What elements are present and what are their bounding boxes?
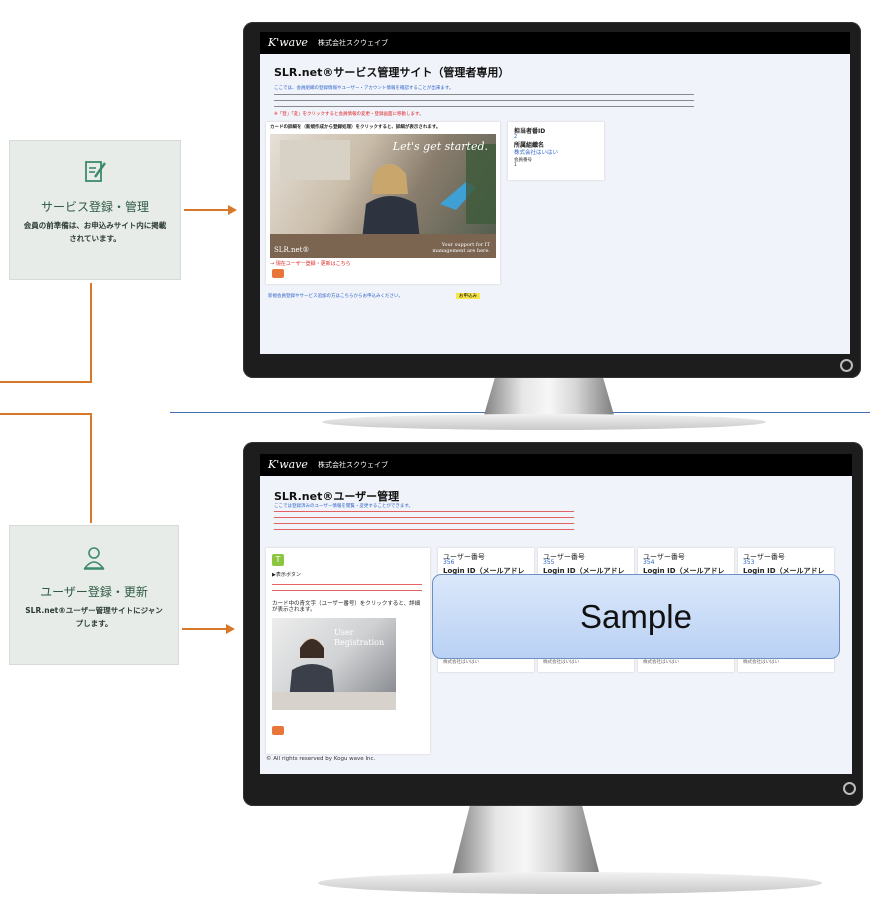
intro-text: ここでは登録済みのユーザー情報を閲覧・変更することができます。 — [274, 504, 413, 509]
arrow-head-icon — [228, 205, 237, 215]
user-number-link[interactable]: 354 — [643, 559, 654, 566]
footer-line: 新規会員登録やサービス追加の方はこちらからお申込みください。 — [268, 294, 403, 299]
site-logo: K'wave — [268, 36, 308, 49]
site-header: K'wave 株式会社スクウェイブ — [260, 454, 852, 476]
hero-brand: SLR.net® — [274, 246, 310, 254]
card-title: サービス登録・管理 — [40, 200, 149, 214]
sidebar-title: ▶表示ボタン — [272, 572, 301, 578]
user-number-link[interactable]: 353 — [743, 559, 754, 566]
main-panel: カードの詳細を（新規作成から登録処理）をクリックすると、詳細が表示されます。 L… — [266, 122, 500, 284]
photo-caption: User Registration — [334, 628, 385, 647]
orange-icon[interactable] — [272, 726, 284, 735]
connector-line — [0, 381, 92, 383]
sidebar-notes — [272, 584, 422, 596]
apply-button[interactable]: お申込み — [456, 293, 480, 299]
hero-caption: Your support for IT management are here. — [432, 242, 490, 254]
site-header: K'wave 株式会社スクウェイブ — [260, 32, 850, 54]
organization-name: 株式会社はいはい — [743, 660, 779, 665]
arrow-line — [182, 628, 226, 630]
notice-lines — [274, 511, 574, 535]
info-value: 1 — [514, 163, 517, 168]
edit-note-icon — [85, 161, 106, 182]
company-name: 株式会社スクウェイブ — [318, 461, 388, 469]
info-value: 株式会社はいはい — [514, 150, 559, 156]
screen-1: K'wave 株式会社スクウェイブ SLR.net®サービス管理サイト（管理者専… — [260, 32, 850, 354]
organization-name: 株式会社はいはい — [643, 660, 679, 665]
service-registration-card[interactable]: サービス登録・管理 会員の前準備は、お申込みサイト内に掲載されています。 — [9, 140, 181, 280]
user-photo: User Registration — [272, 618, 396, 710]
power-icon[interactable] — [840, 359, 853, 372]
company-name: 株式会社スクウェイブ — [318, 39, 388, 47]
connector-line — [90, 283, 92, 383]
user-icon — [83, 547, 105, 570]
connector-line — [90, 413, 92, 523]
info-label: 担当者番ID — [514, 128, 546, 135]
power-icon[interactable] — [843, 782, 856, 795]
card-description: 会員の前準備は、お申込みサイト内に掲載されています。 — [23, 221, 167, 243]
arrow-head-icon — [226, 624, 235, 634]
page-title: SLR.net®サービス管理サイト（管理者専用） — [274, 66, 510, 79]
user-management-link[interactable]: → 現在ユーザー登録・更新はこちら — [270, 261, 351, 267]
hero-photo: Let's get started. SLR.net® Your support… — [270, 134, 496, 258]
description-lines — [274, 94, 694, 108]
page-title: SLR.net®ユーザー管理 — [274, 490, 400, 503]
intro-text: ここでは、会員組織の登録情報やユーザー・アカウント情報を確認することが出来ます。 — [274, 86, 454, 91]
monitor-stand-neck — [452, 806, 600, 876]
monitor-1: K'wave 株式会社スクウェイブ SLR.net®サービス管理サイト（管理者専… — [243, 22, 861, 378]
footer-rights: © All rights reserved by Kogu wave Inc. — [266, 756, 376, 762]
card-title: ユーザー登録・更新 — [40, 585, 148, 599]
hero-banner-text: Let's get started. — [392, 140, 488, 153]
panel-heading: カードの詳細を（新規作成から登録処理）をクリックすると、詳細が表示されます。 — [270, 125, 441, 130]
sidebar-description: カード中の青文字（ユーザー番号）をクリックすると、詳細が表示されます。 — [272, 601, 421, 613]
organization-name: 株式会社はいはい — [443, 660, 479, 665]
badge-icon: T — [272, 554, 284, 566]
sample-watermark: Sample — [432, 574, 840, 659]
site-logo: K'wave — [268, 458, 308, 471]
connector-line — [0, 413, 92, 415]
user-number-link[interactable]: 356 — [443, 559, 454, 566]
user-registration-card[interactable]: ユーザー登録・更新 SLR.net®ユーザー管理サイトにジャンプします。 — [9, 525, 179, 665]
slide: サービス登録・管理 会員の前準備は、お申込みサイト内に掲載されています。 ユーザ… — [0, 0, 870, 899]
sidebar-panel: T ▶表示ボタン カード中の青文字（ユーザー番号）をクリックすると、詳細が表示さ… — [266, 548, 430, 754]
monitor-stand-base — [318, 872, 822, 894]
card-description: SLR.net®ユーザー管理サイトにジャンプします。 — [25, 606, 163, 628]
notice-text: ※「登」「変」をクリックすると会員情報の変更・登録画面に移動します。 — [274, 112, 424, 117]
user-number-link[interactable]: 355 — [543, 559, 554, 566]
info-panel: 担当者番ID 2 所属組織名 株式会社はいはい 会員番号 1 — [508, 122, 604, 180]
organization-name: 株式会社はいはい — [543, 660, 579, 665]
monitor-stand-base — [322, 414, 766, 430]
arrow-line — [184, 209, 228, 211]
orange-icon[interactable] — [272, 269, 284, 278]
